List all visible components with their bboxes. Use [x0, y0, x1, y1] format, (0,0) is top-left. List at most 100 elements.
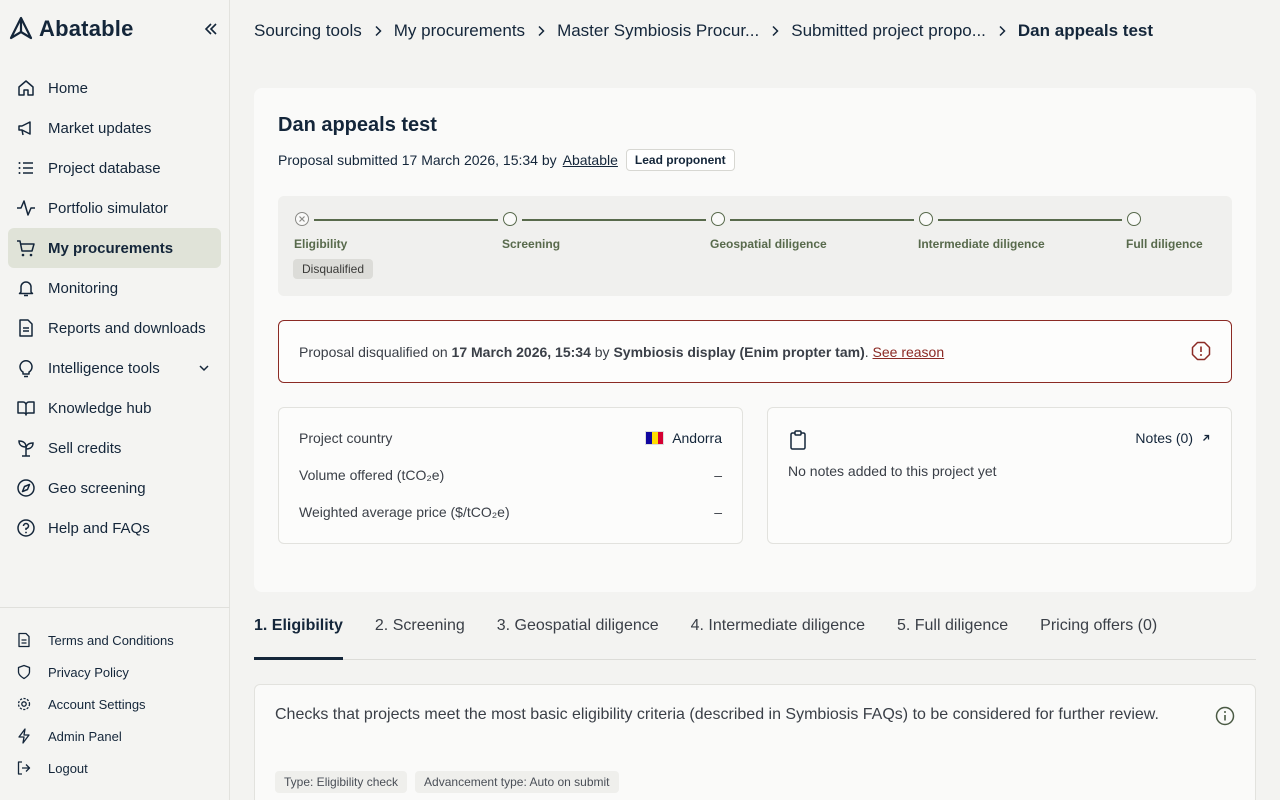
sidebar-item-label: Help and FAQs [48, 519, 150, 537]
role-badge: Lead proponent [625, 149, 735, 171]
status-badge: Disqualified [293, 259, 374, 279]
sidebar-item-intelligence-tools[interactable]: Intelligence tools [8, 348, 221, 388]
diligence-tabs: 1. Eligibility 2. Screening 3. Geospatia… [254, 610, 1256, 660]
sidebar-item-label: Market updates [48, 119, 152, 137]
sidebar-item-knowledge-hub[interactable]: Knowledge hub [8, 388, 221, 428]
app-name: Abatable [39, 16, 134, 41]
breadcrumb-current: Dan appeals test [1017, 21, 1154, 40]
see-reason-link[interactable]: See reason [873, 344, 945, 360]
alert-actor: Symbiosis display (Enim propter tam) [613, 343, 865, 360]
section-description: Checks that projects meet the most basic… [275, 706, 1159, 723]
sidebar-divider [0, 607, 230, 608]
app-logo[interactable]: Abatable [9, 16, 134, 42]
step-dot [503, 212, 517, 226]
chevron-down-icon[interactable] [197, 361, 211, 375]
step-disqualified-icon [295, 212, 309, 226]
sidebar: Abatable Home Market updates Project dat… [0, 0, 230, 800]
tab-screening[interactable]: 2. Screening [375, 610, 465, 659]
breadcrumb-master-procurement[interactable]: Master Symbiosis Procur... [557, 21, 759, 41]
price-value: – [714, 504, 722, 520]
sidebar-item-market-updates[interactable]: Market updates [8, 108, 221, 148]
footer-item-label: Terms and Conditions [48, 632, 174, 648]
footer-item-label: Account Settings [48, 696, 146, 712]
price-row: Weighted average price ($/tCO₂e) – [299, 502, 722, 522]
step-dot [1127, 212, 1141, 226]
step-dot [919, 212, 933, 226]
page-title: Dan appeals test [278, 114, 437, 136]
footer-item-label: Admin Panel [48, 728, 122, 744]
notes-box: Notes (0) No notes added to this project… [767, 407, 1232, 544]
advancement-tag: Advancement type: Auto on submit [415, 771, 619, 793]
step-connector [314, 219, 498, 221]
logout-icon [16, 760, 32, 776]
sidebar-item-label: Monitoring [48, 279, 119, 297]
info-icon[interactable] [1215, 706, 1235, 726]
breadcrumb-sourcing-tools[interactable]: Sourcing tools [254, 21, 362, 41]
chevron-right-icon [767, 23, 783, 39]
file-icon [16, 318, 36, 338]
tab-intermediate-diligence[interactable]: 4. Intermediate diligence [691, 610, 865, 659]
sidebar-item-project-database[interactable]: Project database [8, 148, 221, 188]
footer-item-privacy[interactable]: Privacy Policy [8, 656, 221, 688]
country-name: Andorra [672, 430, 722, 446]
sidebar-item-reports-downloads[interactable]: Reports and downloads [8, 308, 221, 348]
step-connector [938, 219, 1122, 221]
step-connector [730, 219, 914, 221]
collapse-sidebar-icon[interactable] [203, 21, 219, 37]
alert-text: Proposal disqualified on 17 March 2026, … [299, 344, 944, 360]
step-connector [522, 219, 706, 221]
footer-item-terms[interactable]: Terms and Conditions [8, 624, 221, 656]
megaphone-icon [16, 118, 36, 138]
sidebar-item-label: Project database [48, 159, 161, 177]
notes-link[interactable]: Notes (0) [1135, 430, 1211, 446]
sidebar-item-label: Geo screening [48, 479, 146, 497]
home-icon [16, 78, 36, 98]
sidebar-item-my-procurements[interactable]: My procurements [8, 228, 221, 268]
tab-full-diligence[interactable]: 5. Full diligence [897, 610, 1008, 659]
tab-pricing-offers[interactable]: Pricing offers (0) [1040, 610, 1157, 659]
sidebar-item-monitoring[interactable]: Monitoring [8, 268, 221, 308]
document-icon [16, 632, 32, 648]
volume-label: Volume offered (tCO₂e) [299, 467, 445, 483]
alert-date: 17 March 2026, 15:34 [451, 343, 591, 360]
step-label: Geospatial diligence [710, 237, 827, 251]
alert-warning-icon [1191, 341, 1211, 361]
bell-icon [16, 278, 36, 298]
sidebar-item-help-faqs[interactable]: Help and FAQs [8, 508, 221, 548]
chevron-right-icon [994, 23, 1010, 39]
breadcrumb-my-procurements[interactable]: My procurements [394, 21, 525, 41]
footer-item-logout[interactable]: Logout [8, 752, 221, 784]
tab-geospatial-diligence[interactable]: 3. Geospatial diligence [497, 610, 659, 659]
alert-prefix: Proposal disqualified on [299, 343, 452, 360]
sidebar-item-label: Portfolio simulator [48, 199, 169, 217]
breadcrumb-submitted-proposals[interactable]: Submitted project propo... [791, 21, 986, 41]
footer-item-admin-panel[interactable]: Admin Panel [8, 720, 221, 752]
external-arrow-icon [1203, 434, 1210, 441]
disqualification-alert: Proposal disqualified on 17 March 2026, … [278, 320, 1232, 383]
eligibility-section: Checks that projects meet the most basic… [254, 684, 1256, 800]
compass-icon [16, 478, 36, 498]
sidebar-item-label: Intelligence tools [48, 359, 160, 377]
chevron-right-icon [370, 23, 386, 39]
step-label: Intermediate diligence [918, 237, 1045, 251]
footer-item-account-settings[interactable]: Account Settings [8, 688, 221, 720]
cart-icon [16, 238, 36, 258]
sidebar-item-geo-screening[interactable]: Geo screening [8, 468, 221, 508]
sidebar-item-home[interactable]: Home [8, 68, 221, 108]
submitter-link[interactable]: Abatable [563, 152, 618, 168]
alert-dot: . [864, 343, 873, 360]
abatable-logo-icon [9, 16, 33, 40]
step-label: Screening [502, 237, 561, 251]
sidebar-item-sell-credits[interactable]: Sell credits [8, 428, 221, 468]
tab-eligibility[interactable]: 1. Eligibility [254, 610, 343, 660]
sprout-icon [16, 438, 36, 458]
step-label: Full diligence [1126, 237, 1203, 251]
step-label: Eligibility [294, 237, 348, 251]
footer-item-label: Logout [48, 760, 88, 776]
sidebar-item-portfolio-simulator[interactable]: Portfolio simulator [8, 188, 221, 228]
section-tags: Type: Eligibility check Advancement type… [275, 771, 619, 793]
type-tag: Type: Eligibility check [275, 771, 408, 793]
shield-icon [16, 664, 32, 680]
book-icon [16, 398, 36, 418]
sidebar-item-label: My procurements [48, 239, 174, 257]
